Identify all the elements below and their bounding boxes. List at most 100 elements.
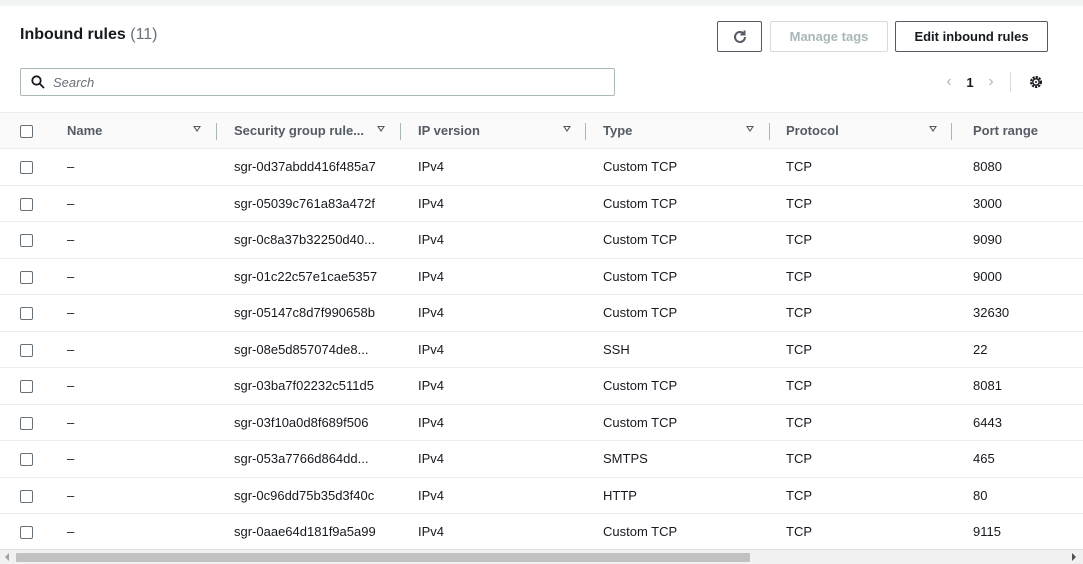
- table-row[interactable]: – sgr-0c8a37b32250d40... IPv4 Custom TCP TCP…: [0, 222, 1083, 259]
- port-range-cell: 22: [973, 341, 988, 357]
- next-page-icon[interactable]: ›: [982, 73, 1000, 91]
- horizontal-scrollbar[interactable]: [0, 549, 1083, 564]
- table-row[interactable]: – sgr-05147c8d7f990658b IPv4 Custom TCP TCP 3…: [0, 295, 1083, 332]
- protocol-cell: TCP: [786, 268, 812, 284]
- column-header-ip-version[interactable]: IP version: [418, 113, 603, 149]
- table-row[interactable]: – sgr-0aae64d181f9a5a99 IPv4 Custom TCP TCP 9…: [0, 514, 1083, 551]
- row-select-cell[interactable]: [0, 441, 67, 478]
- search-box[interactable]: [20, 68, 615, 96]
- row-checkbox[interactable]: [20, 416, 33, 430]
- name-cell: –: [67, 378, 75, 394]
- sgr-id-cell: sgr-053a7766d864dd...: [234, 451, 369, 467]
- row-select-cell[interactable]: [0, 368, 67, 405]
- row-checkbox[interactable]: [20, 343, 33, 357]
- sgr-id-cell: sgr-0d37abdd416f485a7: [234, 159, 376, 175]
- refresh-button[interactable]: [717, 21, 762, 52]
- ip-version-cell: IPv4: [418, 378, 445, 394]
- type-cell: Custom TCP: [603, 378, 678, 394]
- row-select-cell[interactable]: [0, 185, 67, 222]
- name-cell: –: [67, 159, 75, 175]
- sort-down-icon[interactable]: [929, 126, 937, 132]
- search-input[interactable]: [53, 74, 593, 90]
- select-all-cell[interactable]: [0, 113, 67, 149]
- column-divider[interactable]: [951, 123, 952, 140]
- row-checkbox[interactable]: [20, 380, 33, 394]
- sort-down-icon[interactable]: [193, 126, 201, 132]
- table-row[interactable]: – sgr-08e5d857074de8... IPv4 SSH TCP 22: [0, 331, 1083, 368]
- name-cell: –: [67, 451, 75, 467]
- port-range-cell: 8080: [973, 159, 1002, 175]
- prev-page-icon[interactable]: ‹: [940, 73, 958, 91]
- sort-down-icon[interactable]: [563, 126, 571, 132]
- name-cell: –: [67, 232, 75, 248]
- row-select-cell[interactable]: [0, 258, 67, 295]
- settings-button[interactable]: [1028, 74, 1044, 95]
- row-checkbox[interactable]: [20, 161, 33, 175]
- sort-down-icon[interactable]: [746, 126, 754, 132]
- row-select-cell[interactable]: [0, 222, 67, 259]
- sgr-id-cell: sgr-0aae64d181f9a5a99: [234, 524, 376, 540]
- ip-version-cell: IPv4: [418, 524, 445, 540]
- ip-version-cell: IPv4: [418, 195, 445, 211]
- select-all-checkbox[interactable]: [20, 125, 33, 139]
- table-row[interactable]: – sgr-053a7766d864dd... IPv4 SMTPS TCP 465: [0, 441, 1083, 478]
- row-select-cell[interactable]: [0, 331, 67, 368]
- row-checkbox[interactable]: [20, 270, 33, 284]
- table-row[interactable]: – sgr-0c96dd75b35d3f40c IPv4 HTTP TCP 80: [0, 477, 1083, 514]
- scroll-left-icon[interactable]: [5, 553, 9, 561]
- row-select-cell[interactable]: [0, 149, 67, 186]
- sort-down-icon[interactable]: [377, 126, 385, 132]
- column-divider[interactable]: [400, 123, 401, 140]
- row-select-cell[interactable]: [0, 404, 67, 441]
- column-header-port-range[interactable]: Port range: [973, 113, 1083, 149]
- sgr-id-cell: sgr-03f10a0d8f689f506: [234, 414, 369, 430]
- protocol-cell: TCP: [786, 378, 812, 394]
- table-header-row: Name Security group rule... IP version T…: [0, 112, 1083, 149]
- table-row[interactable]: – sgr-03f10a0d8f689f506 IPv4 Custom TCP TCP 6…: [0, 404, 1083, 441]
- sgr-id-cell: sgr-05039c761a83a472f: [234, 195, 375, 211]
- type-cell: Custom TCP: [603, 524, 678, 540]
- row-select-cell[interactable]: [0, 295, 67, 332]
- column-header-name[interactable]: Name: [67, 113, 234, 149]
- type-cell: SMTPS: [603, 451, 648, 467]
- protocol-cell: TCP: [786, 305, 812, 321]
- row-checkbox[interactable]: [20, 307, 33, 321]
- port-range-cell: 32630: [973, 305, 1010, 321]
- name-cell: –: [67, 195, 75, 211]
- row-select-cell[interactable]: [0, 477, 67, 514]
- sgr-id-cell: sgr-03ba7f02232c511d5: [234, 378, 374, 394]
- ip-version-cell: IPv4: [418, 159, 445, 175]
- column-divider[interactable]: [769, 123, 770, 140]
- column-header-protocol[interactable]: Protocol: [786, 113, 973, 149]
- ip-version-cell: IPv4: [418, 341, 445, 357]
- row-checkbox[interactable]: [20, 197, 33, 211]
- column-header-type[interactable]: Type: [603, 113, 786, 149]
- column-divider[interactable]: [216, 123, 217, 140]
- row-checkbox[interactable]: [20, 526, 33, 540]
- ip-version-cell: IPv4: [418, 414, 445, 430]
- table-row[interactable]: – sgr-01c22c57e1cae5357 IPv4 Custom TCP TCP 9…: [0, 258, 1083, 295]
- column-divider[interactable]: [585, 123, 586, 140]
- ip-version-cell: IPv4: [418, 232, 445, 248]
- table-row[interactable]: – sgr-0d37abdd416f485a7 IPv4 Custom TCP TCP 8…: [0, 149, 1083, 186]
- sgr-id-cell: sgr-0c96dd75b35d3f40c: [234, 487, 375, 503]
- table-row[interactable]: – sgr-05039c761a83a472f IPv4 Custom TCP TCP 3…: [0, 185, 1083, 222]
- current-page[interactable]: 1: [958, 75, 982, 90]
- table-row[interactable]: – sgr-03ba7f02232c511d5 IPv4 Custom TCP TCP 8…: [0, 368, 1083, 405]
- port-range-cell: 9090: [973, 232, 1002, 248]
- row-select-cell[interactable]: [0, 514, 67, 551]
- pager-divider: [1010, 72, 1011, 92]
- name-cell: –: [67, 487, 75, 503]
- protocol-cell: TCP: [786, 341, 812, 357]
- edit-inbound-rules-button[interactable]: Edit inbound rules: [895, 21, 1048, 52]
- type-cell: Custom TCP: [603, 305, 678, 321]
- row-checkbox[interactable]: [20, 234, 33, 248]
- column-header-sgr[interactable]: Security group rule...: [234, 113, 418, 149]
- manage-tags-button[interactable]: Manage tags: [770, 21, 888, 52]
- name-cell: –: [67, 414, 75, 430]
- row-checkbox[interactable]: [20, 453, 33, 467]
- row-checkbox[interactable]: [20, 489, 33, 503]
- scroll-right-icon[interactable]: [1072, 553, 1076, 561]
- sgr-id-cell: sgr-05147c8d7f990658b: [234, 305, 375, 321]
- port-range-cell: 3000: [973, 195, 1002, 211]
